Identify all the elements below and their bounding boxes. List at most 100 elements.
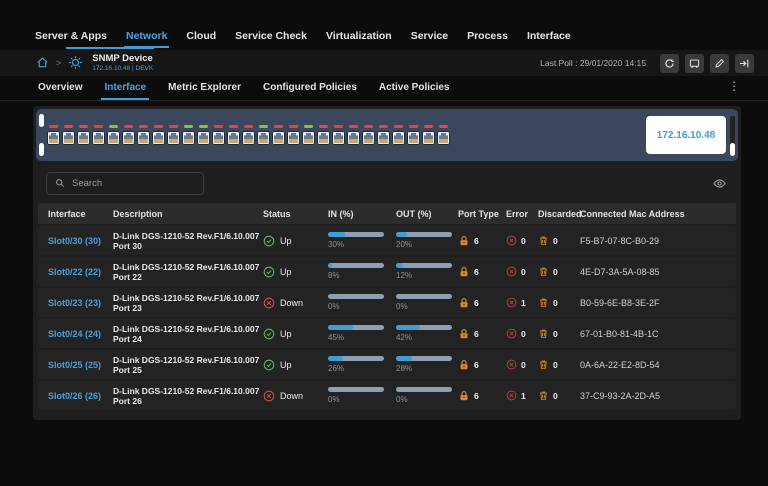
interface-description: D-Link DGS-1210-52 Rev.F1/6.10.007 Port … bbox=[113, 354, 260, 375]
monitor-button[interactable] bbox=[685, 53, 704, 73]
column-header-in[interactable]: IN (%) bbox=[328, 209, 396, 219]
table-row[interactable]: Slot0/22 (22) D-Link DGS-1210-52 Rev.F1/6… bbox=[38, 257, 736, 286]
port-8[interactable] bbox=[152, 125, 165, 145]
nav-item-cloud[interactable]: Cloud bbox=[186, 30, 216, 48]
port-18[interactable] bbox=[302, 125, 315, 145]
column-header-description[interactable]: Description bbox=[113, 209, 263, 219]
port-16[interactable] bbox=[272, 125, 285, 145]
tab-active-policies[interactable]: Active Policies bbox=[379, 82, 450, 100]
out-usage-cell: 42% bbox=[396, 325, 458, 342]
tab-interface[interactable]: Interface bbox=[101, 82, 149, 100]
port-12[interactable] bbox=[212, 125, 225, 145]
port-17[interactable] bbox=[287, 125, 300, 145]
edit-pencil-button[interactable] bbox=[710, 53, 729, 73]
port-25[interactable] bbox=[407, 125, 420, 145]
port-led-down bbox=[409, 125, 418, 128]
ethernet-jack-icon bbox=[137, 131, 150, 145]
port-11[interactable] bbox=[197, 125, 210, 145]
table-row[interactable]: Slot0/25 (25) D-Link DGS-1210-52 Rev.F1/6… bbox=[38, 350, 736, 379]
usage-percent-label: 42% bbox=[396, 333, 413, 342]
usage-bar bbox=[396, 294, 452, 299]
nav-item-server-apps[interactable]: Server & Apps bbox=[35, 30, 107, 48]
port-13[interactable] bbox=[227, 125, 240, 145]
tab-metric-explorer[interactable]: Metric Explorer bbox=[168, 82, 241, 100]
column-header-port-type[interactable]: Port Type bbox=[458, 209, 506, 219]
table-row[interactable]: Slot0/24 (24) D-Link DGS-1210-52 Rev.F1/6… bbox=[38, 319, 736, 348]
nav-item-network[interactable]: Network bbox=[123, 30, 170, 48]
column-header-discarded[interactable]: Discarded bbox=[538, 209, 582, 219]
column-header-out[interactable]: OUT (%) bbox=[396, 209, 458, 219]
tab-overview[interactable]: Overview bbox=[38, 82, 82, 100]
usage-bar bbox=[328, 356, 384, 361]
port-27[interactable] bbox=[437, 125, 450, 145]
port-2[interactable] bbox=[62, 125, 75, 145]
column-visibility-eye-icon[interactable] bbox=[713, 177, 726, 190]
status-label: Down bbox=[280, 390, 304, 401]
error-icon bbox=[506, 235, 517, 246]
table-toolbar bbox=[36, 166, 738, 200]
search-box[interactable] bbox=[46, 171, 204, 195]
table-row[interactable]: Slot0/26 (26) D-Link DGS-1210-52 Rev.F1/6… bbox=[38, 381, 736, 410]
port-led-down bbox=[154, 125, 163, 128]
port-type-lock-icon bbox=[460, 328, 468, 338]
ethernet-jack-icon bbox=[167, 131, 180, 145]
ethernet-jack-icon bbox=[257, 131, 270, 145]
refresh-button[interactable] bbox=[660, 53, 679, 73]
port-20[interactable] bbox=[332, 125, 345, 145]
mac-address: 37-C9-93-2A-2D-A5 bbox=[580, 390, 661, 401]
column-header-connected-mac-address[interactable]: Connected Mac Address bbox=[580, 209, 736, 219]
table-row[interactable]: Slot0/30 (30) D-Link DGS-1210-52 Rev.F1/6… bbox=[38, 226, 736, 255]
out-usage-cell: 0% bbox=[396, 387, 458, 404]
port-5[interactable] bbox=[107, 125, 120, 145]
column-header-error[interactable]: Error bbox=[506, 209, 538, 219]
home-icon[interactable] bbox=[36, 56, 49, 69]
device-ip-badge: 172.16.10.48 bbox=[646, 116, 726, 154]
port-7[interactable] bbox=[137, 125, 150, 145]
port-14[interactable] bbox=[242, 125, 255, 145]
column-header-status[interactable]: Status bbox=[263, 209, 328, 219]
interface-link[interactable]: Slot0/26 (26) bbox=[38, 391, 113, 401]
port-21[interactable] bbox=[347, 125, 360, 145]
kebab-menu-icon[interactable]: ⋮ bbox=[728, 80, 740, 92]
usage-percent-label: 0% bbox=[396, 395, 408, 404]
mac-address: 4E-D7-3A-5A-08-85 bbox=[580, 266, 660, 277]
nav-item-process[interactable]: Process bbox=[467, 30, 508, 48]
device-crumb[interactable]: SNMP Device 172.16.10.48 | DEVK bbox=[66, 47, 155, 72]
search-input[interactable] bbox=[72, 177, 195, 189]
port-26[interactable] bbox=[422, 125, 435, 145]
sign-in-button[interactable] bbox=[735, 53, 754, 73]
interface-link[interactable]: Slot0/22 (22) bbox=[38, 267, 113, 277]
port-4[interactable] bbox=[92, 125, 105, 145]
interface-link[interactable]: Slot0/30 (30) bbox=[38, 236, 113, 246]
port-22[interactable] bbox=[362, 125, 375, 145]
nav-item-service-check[interactable]: Service Check bbox=[235, 30, 307, 48]
port-15[interactable] bbox=[257, 125, 270, 145]
interface-link[interactable]: Slot0/24 (24) bbox=[38, 329, 113, 339]
port-23[interactable] bbox=[377, 125, 390, 145]
port-24[interactable] bbox=[392, 125, 405, 145]
error-count: 1 bbox=[521, 297, 526, 308]
usage-bar bbox=[328, 294, 384, 299]
ethernet-jack-icon bbox=[272, 131, 285, 145]
port-6[interactable] bbox=[122, 125, 135, 145]
interface-link[interactable]: Slot0/23 (23) bbox=[38, 298, 113, 308]
tab-configured-policies[interactable]: Configured Policies bbox=[263, 82, 357, 100]
table-row[interactable]: Slot0/23 (23) D-Link DGS-1210-52 Rev.F1/6… bbox=[38, 288, 736, 317]
nav-item-interface[interactable]: Interface bbox=[527, 30, 571, 48]
port-9[interactable] bbox=[167, 125, 180, 145]
port-3[interactable] bbox=[77, 125, 90, 145]
ethernet-jack-icon bbox=[227, 131, 240, 145]
port-type: 6 bbox=[458, 328, 506, 340]
discarded-count: 0 bbox=[553, 235, 558, 246]
breadcrumb-separator: > bbox=[56, 57, 62, 68]
port-led-up bbox=[259, 125, 268, 128]
column-header-interface[interactable]: Interface bbox=[38, 209, 113, 219]
port-10[interactable] bbox=[182, 125, 195, 145]
port-1[interactable] bbox=[47, 125, 60, 145]
nav-item-virtualization[interactable]: Virtualization bbox=[326, 30, 392, 48]
nav-item-service[interactable]: Service bbox=[411, 30, 448, 48]
interface-link[interactable]: Slot0/25 (25) bbox=[38, 360, 113, 370]
usage-bar bbox=[328, 232, 384, 237]
main-nav: Server & Apps Network Cloud Service Check Vi… bbox=[0, 0, 768, 48]
port-19[interactable] bbox=[317, 125, 330, 145]
